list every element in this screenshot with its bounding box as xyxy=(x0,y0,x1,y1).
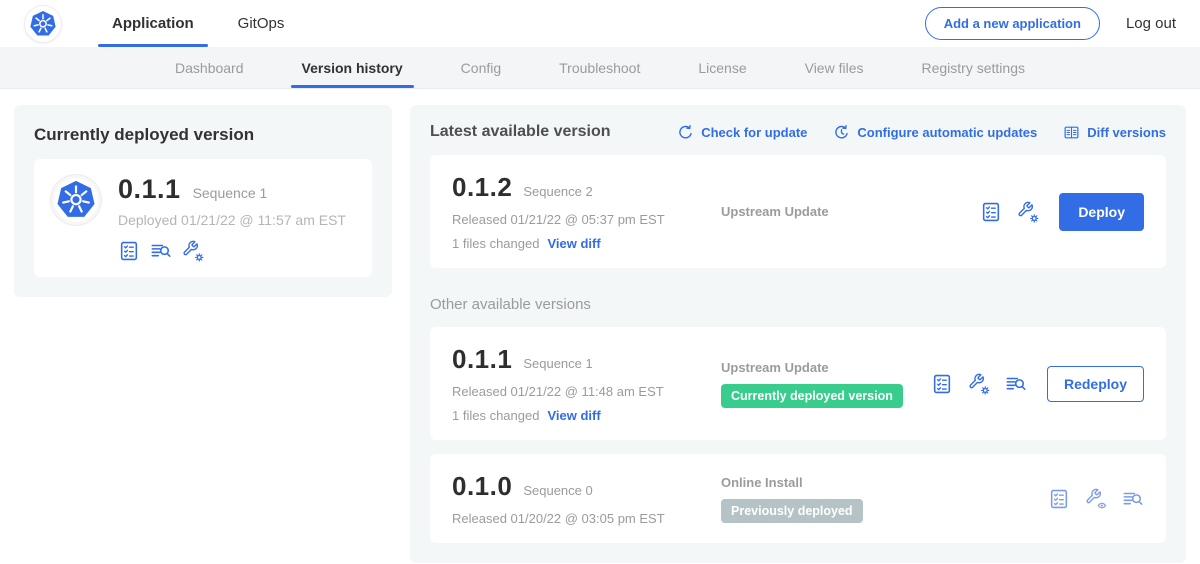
edit-config-icon[interactable] xyxy=(1017,201,1039,223)
released-timestamp: Released 01/20/22 @ 03:05 pm EST xyxy=(452,511,707,526)
edit-config-icon[interactable] xyxy=(182,240,204,262)
subtab-troubleshoot-label: Troubleshoot xyxy=(559,60,640,76)
subtab-view-files-label: View files xyxy=(805,60,864,76)
subtab-dashboard-label: Dashboard xyxy=(175,60,244,76)
currently-deployed-badge: Currently deployed version xyxy=(721,384,903,408)
version-source-label: Upstream Update xyxy=(721,360,931,375)
version-card-0-1-1: 0.1.1 Sequence 1 Released 01/21/22 @ 11:… xyxy=(430,327,1166,440)
kubernetes-logo xyxy=(24,5,62,43)
check-for-update-label: Check for update xyxy=(701,125,807,140)
tab-application-label: Application xyxy=(112,15,194,32)
diff-versions-link[interactable]: Diff versions xyxy=(1063,124,1166,141)
version-number: 0.1.0 xyxy=(452,471,512,502)
tab-gitops-label: GitOps xyxy=(238,15,285,32)
tab-gitops[interactable]: GitOps xyxy=(216,0,307,47)
preflight-checklist-icon[interactable] xyxy=(118,240,140,262)
currently-deployed-panel: Currently deployed version 0.1.1 Sequenc… xyxy=(14,105,392,297)
version-card-0-1-0: 0.1.0 Sequence 0 Released 01/20/22 @ 03:… xyxy=(430,454,1166,543)
subtab-troubleshoot[interactable]: Troubleshoot xyxy=(530,47,669,88)
deployed-sequence-label: Sequence 1 xyxy=(193,185,268,201)
other-available-title: Other available versions xyxy=(430,296,1166,313)
schedule-update-icon xyxy=(833,124,850,141)
edit-config-icon[interactable] xyxy=(968,373,990,395)
configure-automatic-updates-link[interactable]: Configure automatic updates xyxy=(833,124,1037,141)
deployed-version-number: 0.1.1 xyxy=(118,174,181,205)
deploy-logs-icon[interactable] xyxy=(1122,488,1144,510)
subtab-registry-settings[interactable]: Registry settings xyxy=(893,47,1054,88)
view-diff-link[interactable]: View diff xyxy=(547,408,600,423)
files-changed-label: 1 files changed xyxy=(452,236,539,251)
version-history-panel: Latest available version Check for updat… xyxy=(410,105,1186,563)
main-content: Currently deployed version 0.1.1 Sequenc… xyxy=(0,89,1200,564)
view-config-icon[interactable] xyxy=(1085,488,1107,510)
view-diff-link[interactable]: View diff xyxy=(547,236,600,251)
app-logo xyxy=(50,174,102,226)
currently-deployed-title: Currently deployed version xyxy=(34,125,372,145)
deploy-button[interactable]: Deploy xyxy=(1059,193,1144,231)
check-for-update-link[interactable]: Check for update xyxy=(677,124,807,141)
subtab-license[interactable]: License xyxy=(669,47,775,88)
version-number: 0.1.2 xyxy=(452,172,512,203)
subtab-config-label: Config xyxy=(461,60,501,76)
subtab-version-history[interactable]: Version history xyxy=(273,47,432,88)
diff-versions-label: Diff versions xyxy=(1087,125,1166,140)
previously-deployed-badge: Previously deployed xyxy=(721,499,863,523)
preflight-checklist-icon[interactable] xyxy=(1048,488,1070,510)
add-application-button[interactable]: Add a new application xyxy=(925,7,1100,40)
files-changed-label: 1 files changed xyxy=(452,408,539,423)
top-nav-tabs: Application GitOps xyxy=(90,0,306,47)
preflight-checklist-icon[interactable] xyxy=(931,373,953,395)
version-number: 0.1.1 xyxy=(452,344,512,375)
sequence-label: Sequence 2 xyxy=(523,184,592,199)
top-nav: Application GitOps Add a new application… xyxy=(0,0,1200,47)
released-timestamp: Released 01/21/22 @ 05:37 pm EST xyxy=(452,212,707,227)
subtab-registry-settings-label: Registry settings xyxy=(922,60,1025,76)
preflight-checklist-icon[interactable] xyxy=(980,201,1002,223)
version-source-label: Upstream Update xyxy=(721,204,980,219)
subtab-dashboard[interactable]: Dashboard xyxy=(146,47,273,88)
deployed-timestamp: Deployed 01/21/22 @ 11:57 am EST xyxy=(118,212,346,228)
latest-available-title: Latest available version xyxy=(430,123,611,141)
app-sub-nav: Dashboard Version history Config Trouble… xyxy=(0,47,1200,89)
refresh-icon xyxy=(677,124,694,141)
subtab-version-history-label: Version history xyxy=(302,60,403,76)
redeploy-button[interactable]: Redeploy xyxy=(1047,366,1144,402)
logout-button[interactable]: Log out xyxy=(1126,15,1176,32)
subtab-config[interactable]: Config xyxy=(432,47,530,88)
diff-versions-icon xyxy=(1063,124,1080,141)
released-timestamp: Released 01/21/22 @ 11:48 am EST xyxy=(452,384,707,399)
subtab-view-files[interactable]: View files xyxy=(776,47,893,88)
version-source-label: Online Install xyxy=(721,475,1048,490)
configure-automatic-updates-label: Configure automatic updates xyxy=(857,125,1037,140)
deploy-logs-icon[interactable] xyxy=(150,240,172,262)
sequence-label: Sequence 0 xyxy=(523,483,592,498)
subtab-license-label: License xyxy=(698,60,746,76)
deploy-logs-icon[interactable] xyxy=(1005,373,1027,395)
deployed-version-card: 0.1.1 Sequence 1 Deployed 01/21/22 @ 11:… xyxy=(34,159,372,277)
tab-application[interactable]: Application xyxy=(90,0,216,47)
version-card-0-1-2: 0.1.2 Sequence 2 Released 01/21/22 @ 05:… xyxy=(430,155,1166,268)
sequence-label: Sequence 1 xyxy=(523,356,592,371)
